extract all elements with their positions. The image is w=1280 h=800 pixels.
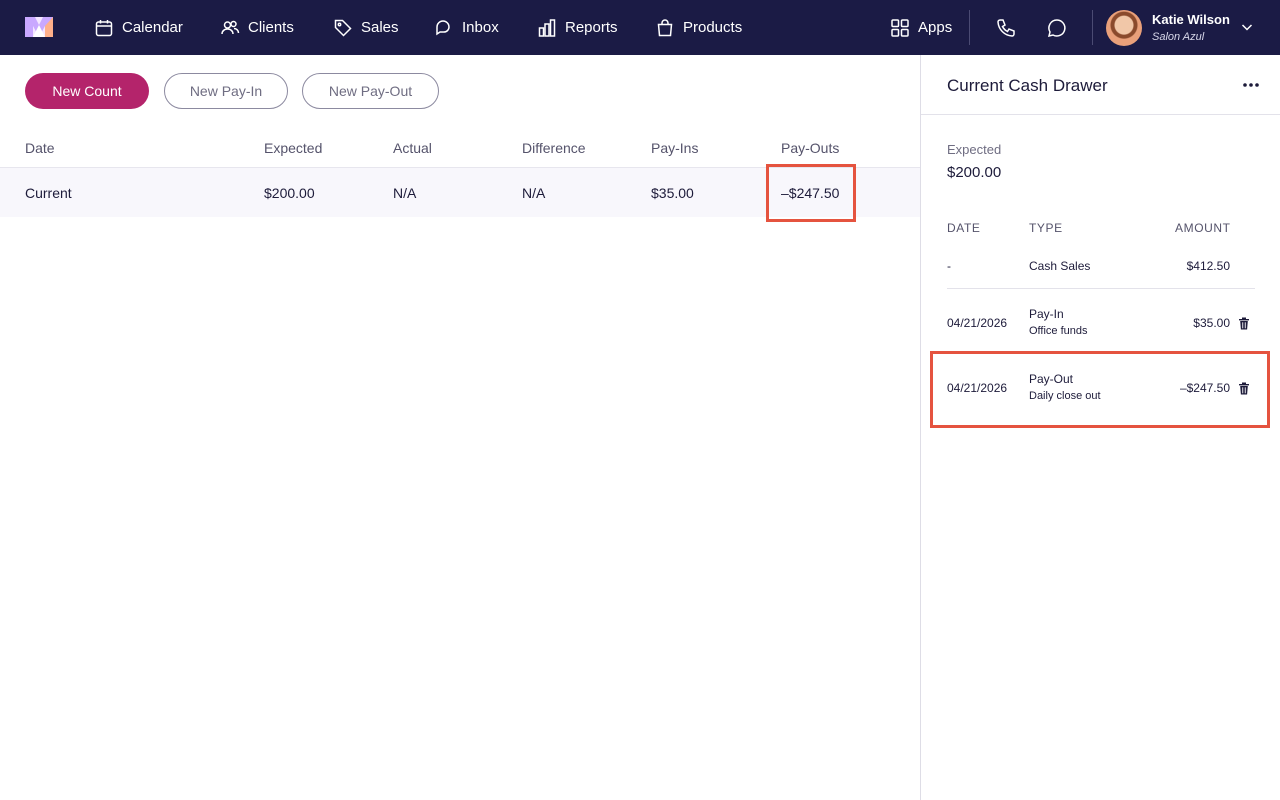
nav-inbox[interactable]: Inbox — [434, 0, 499, 55]
clients-icon — [221, 20, 240, 34]
expected-label: Expected — [947, 142, 1002, 157]
nav-divider — [969, 10, 970, 45]
nav-reports[interactable]: Reports — [537, 0, 618, 55]
trash-icon[interactable] — [1238, 382, 1250, 395]
cell-difference: N/A — [522, 185, 546, 201]
nav-divider — [1092, 10, 1093, 45]
nav-calendar[interactable]: Calendar — [94, 0, 183, 55]
column-header-actual[interactable]: Actual — [393, 140, 432, 156]
nav-reports-label: Reports — [565, 19, 618, 36]
entry-amount: –$247.50 — [1179, 381, 1230, 395]
shopping-bag-icon — [657, 18, 673, 36]
cash-drawer-panel: Current Cash Drawer Expected $200.00 DAT… — [920, 55, 1280, 800]
more-options-icon[interactable] — [1241, 77, 1261, 93]
top-nav: Calendar Clients Sales Inbox Reports Pro… — [0, 0, 1280, 55]
entry-date: 04/21/2026 — [947, 381, 1008, 395]
nav-sales-label: Sales — [361, 19, 399, 36]
entry-type: Pay-Out — [1029, 372, 1074, 386]
trash-icon[interactable] — [1238, 317, 1250, 330]
panel-title: Current Cash Drawer — [947, 76, 1108, 95]
entry-note: Daily close out — [1029, 390, 1101, 402]
user-name[interactable]: Katie Wilson — [1152, 12, 1230, 27]
new-pay-in-button[interactable]: New Pay-In — [164, 73, 288, 109]
entry-date: 04/21/2026 — [947, 316, 1008, 330]
expected-value: $200.00 — [947, 164, 1002, 181]
column-header-pay-outs[interactable]: Pay-Outs — [781, 140, 839, 156]
column-header-type: TYPE — [1029, 221, 1063, 235]
nav-inbox-label: Inbox — [462, 19, 499, 36]
nav-calendar-label: Calendar — [122, 19, 183, 36]
panel-divider — [921, 114, 1280, 115]
app-logo-icon[interactable] — [25, 17, 53, 37]
new-pay-out-button[interactable]: New Pay-Out — [302, 73, 439, 109]
column-header-pay-ins[interactable]: Pay-Ins — [651, 140, 698, 156]
chevron-down-icon[interactable] — [1240, 20, 1254, 34]
column-header-expected[interactable]: Expected — [264, 140, 322, 156]
user-salon: Salon Azul — [1152, 31, 1205, 43]
chat-bubble-icon[interactable] — [1046, 17, 1068, 39]
entry-date: - — [947, 259, 951, 273]
entry-note: Office funds — [1029, 325, 1088, 337]
entry-type: Pay-In — [1029, 307, 1064, 321]
column-header-amount: AMOUNT — [1175, 221, 1231, 235]
entry-amount: $412.50 — [1186, 259, 1230, 273]
nav-clients-label: Clients — [248, 19, 294, 36]
nav-apps[interactable]: Apps — [890, 0, 952, 55]
inbox-icon — [436, 19, 450, 35]
apps-grid-icon — [891, 18, 909, 37]
cell-pay-ins: $35.00 — [651, 185, 694, 201]
entry-type: Cash Sales — [1029, 259, 1091, 273]
column-header-difference[interactable]: Difference — [522, 140, 586, 156]
calendar-icon — [95, 19, 113, 36]
phone-icon[interactable] — [995, 17, 1017, 39]
bar-chart-icon — [538, 18, 556, 37]
cell-pay-outs: –$247.50 — [781, 185, 840, 201]
cell-expected: $200.00 — [264, 185, 315, 201]
avatar[interactable] — [1106, 10, 1142, 46]
entry-amount: $35.00 — [1193, 316, 1230, 330]
nav-sales[interactable]: Sales — [333, 0, 399, 55]
nav-products-label: Products — [683, 19, 743, 36]
cell-actual: N/A — [393, 185, 417, 201]
column-header-date: DATE — [947, 221, 981, 235]
nav-products[interactable]: Products — [655, 0, 742, 55]
entry-divider — [947, 288, 1255, 289]
new-count-button[interactable]: New Count — [25, 73, 149, 109]
column-header-date[interactable]: Date — [25, 140, 55, 156]
nav-clients[interactable]: Clients — [220, 0, 294, 55]
cell-date: Current — [25, 185, 72, 201]
tag-icon — [334, 19, 352, 37]
nav-apps-label: Apps — [918, 19, 953, 36]
